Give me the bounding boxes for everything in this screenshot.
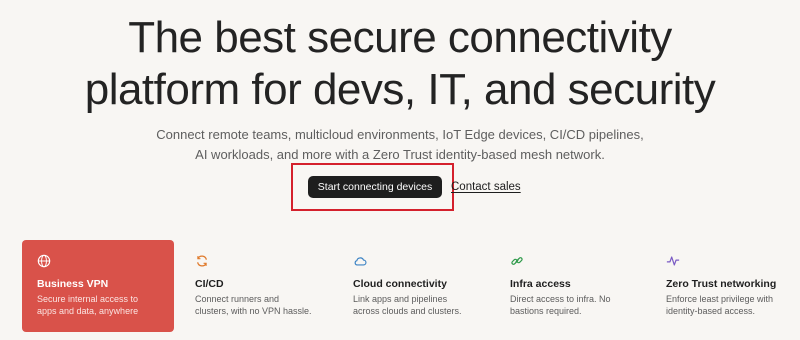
card-title: Infra access <box>510 278 571 290</box>
use-case-card-cloud-connectivity[interactable]: Cloud connectivity Link apps and pipelin… <box>338 240 490 332</box>
hero-title: The best secure connectivity platform fo… <box>0 12 800 116</box>
refresh-icon <box>197 255 207 267</box>
contact-sales-link[interactable]: Contact sales <box>451 178 521 196</box>
card-description-line: clusters, with no VPN hassle. <box>195 306 312 316</box>
hero-title-line-1: The best secure connectivity <box>128 13 672 62</box>
card-title: Cloud connectivity <box>353 278 447 290</box>
card-description-line: identity-based access. <box>666 306 756 316</box>
card-description-line: Secure internal access to <box>37 294 139 304</box>
card-description: Secure internal access to apps and data,… <box>37 293 159 317</box>
card-description-line: Direct access to infra. No <box>510 294 611 304</box>
hero-subtitle-line-2: AI workloads, and more with a Zero Trust… <box>195 147 605 162</box>
hero-subtitle-line-1: Connect remote teams, multicloud environ… <box>156 127 644 142</box>
card-description: Connect runners and clusters, with no VP… <box>195 293 317 317</box>
use-case-card-business-vpn[interactable]: Business VPN Secure internal access to a… <box>22 240 174 332</box>
link-icon <box>511 257 523 265</box>
card-description-line: Enforce least privilege with <box>666 294 774 304</box>
card-title: CI/CD <box>195 278 224 290</box>
hero-title-line-2: platform for devs, IT, and security <box>84 65 716 114</box>
card-description-line: apps and data, anywhere <box>37 306 139 316</box>
cloud-icon <box>354 257 367 266</box>
use-case-card-cicd[interactable]: CI/CD Connect runners and clusters, with… <box>180 240 332 332</box>
use-case-card-infra-access[interactable]: Infra access Direct access to infra. No … <box>495 240 647 332</box>
card-description-line: bastions required. <box>510 306 582 316</box>
hero-subtitle: Connect remote teams, multicloud environ… <box>0 125 800 165</box>
start-connecting-button[interactable]: Start connecting devices <box>308 176 442 198</box>
card-title: Zero Trust networking <box>666 278 777 290</box>
card-description: Direct access to infra. No bastions requ… <box>510 293 632 317</box>
globe-icon <box>37 254 51 268</box>
card-description-line: Link apps and pipelines <box>353 294 448 304</box>
card-description-line: Connect runners and <box>195 294 280 304</box>
card-title: Business VPN <box>37 278 109 290</box>
card-description-line: across clouds and clusters. <box>353 306 462 316</box>
card-description: Enforce least privilege with identity-ba… <box>666 293 788 317</box>
pulse-icon <box>666 256 680 266</box>
card-description: Link apps and pipelines across clouds an… <box>353 293 475 317</box>
use-case-card-zero-trust[interactable]: Zero Trust networking Enforce least priv… <box>651 240 800 332</box>
